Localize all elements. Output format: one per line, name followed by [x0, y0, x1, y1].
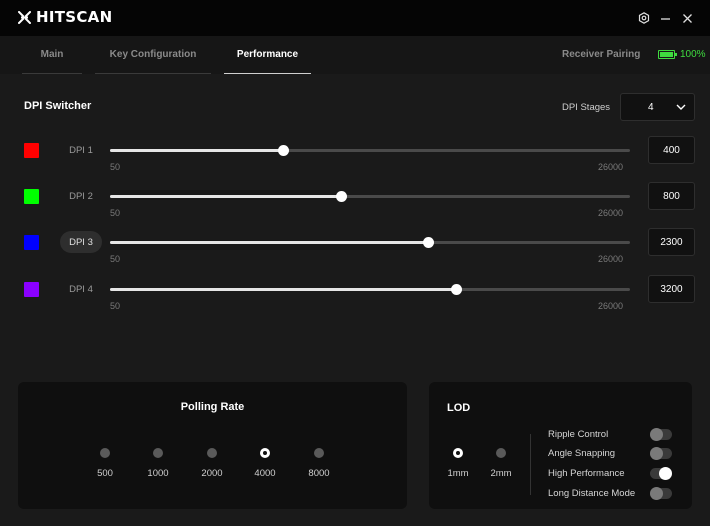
close-button[interactable]	[675, 6, 699, 30]
polling-rate-option-label: 500	[97, 468, 113, 479]
polling-rate-radio[interactable]	[260, 448, 270, 458]
dpi-slider[interactable]	[110, 284, 630, 295]
battery-level: 100%	[680, 49, 706, 60]
ripple-control-label: Ripple Control	[548, 429, 609, 440]
lod-radio[interactable]	[453, 448, 463, 458]
dpi-slider-thumb[interactable]	[423, 237, 434, 248]
dpi-color-swatch[interactable]	[24, 282, 39, 297]
dpi-value-input[interactable]: 3200	[648, 275, 695, 303]
dpi-slider[interactable]	[110, 191, 630, 202]
dpi-min-label: 50	[110, 301, 121, 311]
title-bar: HITSCAN	[0, 0, 710, 36]
dpi-slider-fill	[110, 195, 341, 198]
dpi-stage-row: DPI 1 50 26000 400	[0, 136, 710, 183]
dpi-min-label: 50	[110, 208, 121, 218]
dpi-slider-fill	[110, 149, 283, 152]
polling-rate-radio[interactable]	[100, 448, 110, 458]
toggle-knob	[650, 487, 663, 500]
high-performance-label: High Performance	[548, 468, 625, 479]
lod-title: LOD	[447, 402, 471, 414]
chevron-down-icon	[676, 104, 686, 110]
receiver-pairing-link[interactable]: Receiver Pairing	[562, 49, 640, 60]
close-icon	[682, 13, 692, 23]
dpi-stage-label[interactable]: DPI 3	[60, 231, 102, 253]
dpi-value-input[interactable]: 800	[648, 182, 695, 210]
tab-performance[interactable]: Performance	[224, 36, 311, 74]
dpi-color-swatch[interactable]	[24, 143, 39, 158]
dpi-slider[interactable]	[110, 145, 630, 156]
lod-option-label: 2mm	[490, 468, 512, 479]
tab-main[interactable]: Main	[22, 36, 82, 74]
dpi-switcher-title: DPI Switcher	[24, 100, 92, 112]
dpi-slider-fill	[110, 288, 456, 291]
dpi-color-swatch[interactable]	[24, 235, 39, 250]
angle-snapping-label: Angle Snapping	[548, 448, 616, 459]
high-performance-toggle[interactable]	[650, 467, 672, 480]
polling-rate-option-label: 8000	[308, 468, 330, 479]
polling-rate-option-label: 2000	[201, 468, 223, 479]
dpi-slider-fill	[110, 241, 428, 244]
dpi-stage-label[interactable]: DPI 4	[60, 278, 102, 300]
battery-icon	[658, 50, 677, 59]
polling-rate-radio[interactable]	[314, 448, 324, 458]
lod-radio[interactable]	[496, 448, 506, 458]
polling-rate-option-label: 4000	[254, 468, 276, 479]
dpi-slider-thumb[interactable]	[451, 284, 462, 295]
lod-divider	[530, 434, 531, 495]
minimize-button[interactable]	[653, 6, 677, 30]
dpi-value-input[interactable]: 2300	[648, 228, 695, 256]
long-distance-mode-label: Long Distance Mode	[548, 488, 636, 499]
angle-snapping-toggle[interactable]	[650, 447, 672, 460]
long-distance-mode-toggle[interactable]	[650, 487, 672, 500]
app-title: HITSCAN	[36, 8, 113, 26]
app-logo: HITSCAN	[18, 8, 112, 26]
dpi-stage-label[interactable]: DPI 2	[60, 185, 102, 207]
dpi-value-input[interactable]: 400	[648, 136, 695, 164]
dpi-stages-value: 4	[648, 102, 654, 113]
dpi-max-label: 26000	[598, 162, 624, 172]
dpi-slider[interactable]	[110, 237, 630, 248]
dpi-slider-thumb[interactable]	[278, 145, 289, 156]
dpi-max-label: 26000	[598, 254, 624, 264]
dpi-max-label: 26000	[598, 208, 624, 218]
dpi-stage-row: DPI 4 50 26000 3200	[0, 275, 710, 322]
dpi-stages-select[interactable]: 4	[620, 93, 695, 121]
polling-rate-radio[interactable]	[207, 448, 217, 458]
toggle-knob	[659, 467, 672, 480]
dpi-slider-thumb[interactable]	[336, 191, 347, 202]
ripple-control-toggle[interactable]	[650, 428, 672, 441]
dpi-stage-row: DPI 3 50 26000 2300	[0, 228, 710, 275]
polling-rate-option-label: 1000	[147, 468, 169, 479]
polling-rate-radio[interactable]	[153, 448, 163, 458]
dpi-color-swatch[interactable]	[24, 189, 39, 204]
tab-key-configuration[interactable]: Key Configuration	[95, 36, 211, 74]
dpi-max-label: 26000	[598, 301, 624, 311]
dpi-min-label: 50	[110, 162, 121, 172]
polling-rate-title: Polling Rate	[180, 401, 245, 413]
dpi-stage-row: DPI 2 50 26000 800	[0, 182, 710, 229]
dpi-stages-label: DPI Stages	[562, 102, 611, 113]
x-logo-icon	[18, 10, 31, 24]
minimize-icon	[660, 17, 670, 20]
toggle-knob	[650, 447, 663, 460]
lod-option-label: 1mm	[447, 468, 469, 479]
dpi-stage-label[interactable]: DPI 1	[60, 139, 102, 161]
dpi-min-label: 50	[110, 254, 121, 264]
settings-icon	[638, 12, 650, 24]
toggle-knob	[650, 428, 663, 441]
